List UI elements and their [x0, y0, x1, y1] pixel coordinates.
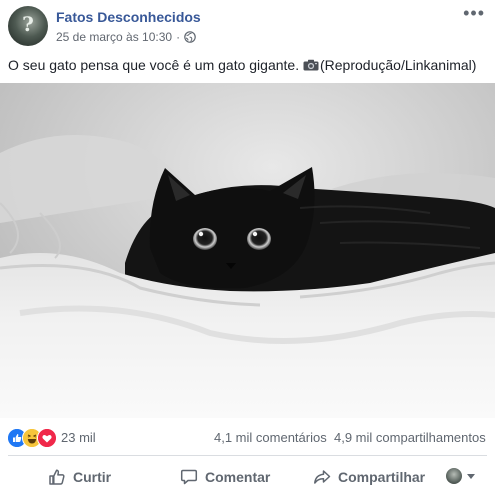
page-name-link[interactable]: Fatos Desconhecidos [56, 9, 201, 25]
post-stats: 23 mil 4,1 mil comentários 4,9 mil compa… [0, 420, 495, 454]
post-photo[interactable] [0, 83, 495, 418]
share-arrow-icon [314, 470, 331, 484]
page-avatar[interactable]: ? [8, 6, 48, 46]
post-timestamp[interactable]: 25 de março às 10:30 [56, 30, 172, 44]
black-cat-photo [0, 83, 495, 418]
reactions-count[interactable]: 23 mil [61, 430, 96, 445]
comment-button[interactable]: Comentar [180, 459, 270, 495]
meta-separator: · [176, 30, 181, 44]
share-button-label: Compartilhar [338, 469, 426, 485]
more-options-icon[interactable]: ••• [463, 4, 485, 22]
stats-divider [8, 455, 487, 456]
react-as-selector[interactable] [446, 468, 475, 484]
post-header: ? Fatos Desconhecidos 25 de março às 10:… [0, 0, 495, 52]
reaction-icons[interactable] [7, 428, 57, 448]
like-button[interactable]: Curtir [48, 459, 111, 495]
comment-bubble-icon [180, 469, 198, 485]
profile-mini-avatar [446, 468, 462, 484]
globe-icon[interactable] [184, 31, 196, 43]
post-meta: 25 de março às 10:30 · [56, 30, 196, 44]
camera-icon [303, 59, 319, 71]
shares-count-link[interactable]: 4,9 mil compartilhamentos [334, 430, 486, 445]
thumbs-up-icon [49, 469, 65, 485]
chevron-down-icon [467, 473, 475, 479]
comments-count-link[interactable]: 4,1 mil comentários [214, 430, 327, 445]
facebook-post: ? Fatos Desconhecidos 25 de março às 10:… [0, 0, 495, 498]
avatar-question-mark: ? [22, 12, 34, 36]
caption-credit: (Reprodução/Linkanimal) [320, 57, 477, 73]
love-reaction-icon[interactable] [37, 428, 57, 448]
comment-button-label: Comentar [205, 469, 271, 485]
share-button[interactable]: Compartilhar [313, 459, 425, 495]
like-button-label: Curtir [73, 469, 112, 485]
post-caption: O seu gato pensa que você é um gato giga… [8, 56, 476, 74]
caption-text: O seu gato pensa que você é um gato giga… [8, 57, 300, 73]
action-bar: Curtir Comentar Compartilhar [0, 459, 495, 497]
